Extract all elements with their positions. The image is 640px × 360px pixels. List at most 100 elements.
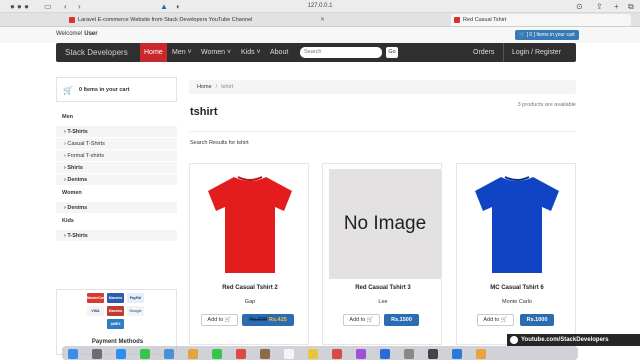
sidebar-icon[interactable]: ▭ (44, 2, 52, 11)
app-store-icon[interactable] (380, 349, 390, 359)
main-navbar: Stack Developers Home Men ˅ Women ˅ Kids… (56, 43, 576, 62)
product-brand: Lee (378, 299, 388, 305)
paypal-icon: PayPal (127, 293, 144, 303)
sublime-icon[interactable] (476, 349, 486, 359)
download-icon[interactable]: ⊙ (576, 2, 583, 11)
product-card: Red Casual Tshirt 2 Gap Add to 🛒 Rs.500 R… (189, 163, 309, 345)
breadcrumb-current: tshirt (221, 84, 234, 90)
breadcrumb-separator: / (215, 84, 218, 90)
header-cart-button[interactable]: 🛒 [ 0 ] Items in your cart (515, 30, 579, 40)
nav-home[interactable]: Home (140, 43, 167, 62)
channel-avatar-icon (510, 336, 518, 344)
maestro-icon: Maestro (107, 306, 124, 316)
welcome-user: User (84, 31, 98, 37)
product-brand: Monte Carlo (502, 299, 532, 305)
category-label: Shirts (67, 165, 83, 171)
add-to-cart-button[interactable]: Add to 🛒 (477, 314, 514, 326)
breadcrumb-home[interactable]: Home (197, 84, 212, 90)
nav-about[interactable]: About (266, 43, 292, 62)
notes-icon[interactable] (308, 349, 318, 359)
tab-laravel-ecommerce[interactable]: Laravel E-commerce Website from Stack De… (66, 14, 328, 26)
nav-divider (503, 43, 504, 62)
divider (189, 131, 576, 132)
traffic-lights-icon[interactable]: ● ● ● (10, 2, 29, 11)
nav-orders[interactable]: Orders (473, 43, 494, 62)
welcome-label: Welcome! (56, 31, 83, 37)
breadcrumb: Home / tshirt (189, 80, 576, 94)
price-button[interactable]: Rs.1500 (384, 314, 419, 326)
mail-icon[interactable] (164, 349, 174, 359)
nav-kids[interactable]: Kids ˅ (237, 43, 265, 62)
price-button[interactable]: Rs.1000 (520, 314, 554, 326)
messages-icon[interactable] (140, 349, 150, 359)
contacts-icon[interactable] (260, 349, 270, 359)
calendar-icon[interactable] (236, 349, 246, 359)
facetime-icon[interactable] (212, 349, 222, 359)
shopping-cart-icon: 🛒 (63, 86, 73, 95)
search-input[interactable] (300, 47, 382, 58)
close-tab-icon[interactable]: ✕ (320, 14, 325, 26)
tab-overview-icon[interactable]: ⧉ (628, 2, 634, 12)
safari-icon[interactable] (116, 349, 126, 359)
warning-icon: ▲ (160, 2, 168, 11)
header-cart-label: [ 0 ] Items in your cart (526, 32, 575, 38)
tab-red-casual-tshirt[interactable]: Red Casual Tshirt (451, 14, 631, 26)
add-to-cart-button[interactable]: Add to 🛒 (343, 314, 380, 326)
address-bar[interactable]: 127.0.0.1 (230, 1, 410, 11)
category-label: Casual T-Shirts (67, 141, 105, 147)
add-to-cart-button[interactable]: Add to 🛒 (201, 314, 238, 326)
category-item-shirts[interactable]: › Shirts (56, 161, 177, 173)
category-item-denims[interactable]: › Denims (56, 173, 177, 185)
nav-women[interactable]: Women ˅ (197, 43, 235, 62)
reminders-icon[interactable] (284, 349, 294, 359)
category-head-kids[interactable]: Kids (56, 215, 177, 228)
maestro-icon: Maestro (107, 293, 124, 303)
nav-login-register[interactable]: Login / Register (512, 43, 561, 62)
new-tab-icon[interactable]: + (614, 2, 619, 11)
category-label: Denims (67, 177, 88, 183)
category-item-casual-tshirts[interactable]: › Casual T-Shirts (56, 137, 177, 149)
welcome-text: Welcome! User (56, 31, 98, 37)
system-preferences-icon[interactable] (404, 349, 414, 359)
google-checkout-icon: Google (127, 306, 144, 316)
sidebar-cart-label: 0 Items in your cart (79, 87, 130, 93)
payment-logos: MasterCard Maestro PayPal VISA Maestro G… (87, 293, 147, 331)
category-head-women[interactable]: Women (56, 187, 177, 200)
nav-men[interactable]: Men ˅ (168, 43, 196, 62)
category-head-men[interactable]: Men (56, 111, 177, 124)
finder-icon[interactable] (68, 349, 78, 359)
product-name[interactable]: Red Casual Tshirt 3 (323, 285, 443, 291)
product-name[interactable]: MC Casual Tshirt 6 (457, 285, 577, 291)
macos-dock (62, 346, 578, 360)
podcasts-icon[interactable] (356, 349, 366, 359)
product-image-blue-tshirt[interactable] (467, 169, 567, 279)
product-count: 3 products are available (517, 102, 576, 108)
product-brand: Gap (244, 299, 256, 305)
share-icon[interactable]: ⇪ (596, 2, 603, 11)
page-title: tshirt (190, 106, 218, 118)
forward-icon[interactable]: › (78, 2, 81, 11)
product-name[interactable]: Red Casual Tshirt 2 (190, 285, 310, 291)
browser-toolbar: ● ● ● ▭ ‹ › ▲ ◐ 127.0.0.1 ⊙ ⇪ + ⧉ (0, 0, 640, 13)
category-item-tshirts[interactable]: › T-Shirts (56, 125, 177, 137)
launchpad-icon[interactable] (92, 349, 102, 359)
category-item-women-denims[interactable]: › Denims (56, 201, 177, 213)
terminal-icon[interactable] (428, 349, 438, 359)
product-card: MC Casual Tshirt 6 Monte Carlo Add to 🛒 … (456, 163, 576, 345)
product-image-red-tshirt[interactable] (200, 169, 300, 279)
category-menu: Men › T-Shirts › Casual T-Shirts › Forma… (56, 111, 177, 271)
sidebar-cart-box[interactable]: 🛒 0 Items in your cart (56, 77, 177, 102)
category-item-formal-tshirts[interactable]: › Formal T-shirts (56, 149, 177, 161)
go-button[interactable]: Go (386, 47, 398, 58)
price-button[interactable]: Rs.500 Rs.425 (242, 314, 294, 326)
sale-price: Rs.425 (269, 317, 287, 323)
old-price: Rs.500 (249, 317, 267, 323)
photos-icon[interactable] (188, 349, 198, 359)
product-image-no-image[interactable]: No Image (329, 169, 441, 279)
music-icon[interactable] (332, 349, 342, 359)
payment-methods-label: Payment Methods (91, 339, 144, 345)
brand-logo[interactable]: Stack Developers (65, 43, 128, 62)
back-icon[interactable]: ‹ (64, 2, 67, 11)
vscode-icon[interactable] (452, 349, 462, 359)
category-item-kids-tshirts[interactable]: › T-Shirts (56, 229, 177, 241)
